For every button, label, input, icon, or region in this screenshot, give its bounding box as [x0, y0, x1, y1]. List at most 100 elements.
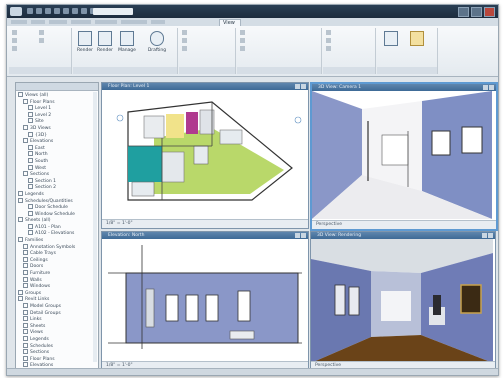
expand-toggle-icon[interactable] [23, 270, 28, 276]
browser-tree-item[interactable]: Door Schedule [18, 204, 96, 211]
expand-toggle-icon[interactable] [23, 138, 28, 144]
expand-toggle-icon[interactable] [23, 124, 28, 130]
expand-toggle-icon[interactable] [28, 164, 33, 170]
expand-toggle-icon[interactable] [23, 316, 28, 322]
browser-tree-item[interactable]: West [18, 164, 96, 172]
browser-tree-item[interactable]: Schedules/Quantities [18, 197, 96, 205]
section-button[interactable] [182, 46, 189, 52]
expand-toggle-icon[interactable] [23, 303, 28, 308]
view-control-bar[interactable]: 1/8" = 1'-0" [102, 219, 308, 228]
expand-toggle-icon[interactable] [23, 349, 28, 355]
close-view-button[interactable] [301, 84, 306, 89]
expand-toggle-icon[interactable] [18, 92, 23, 97]
close-view-button[interactable] [301, 233, 306, 238]
ribbon-tab-home[interactable] [11, 20, 27, 24]
expand-toggle-icon[interactable] [23, 98, 28, 104]
browser-tree-item[interactable]: North [18, 151, 96, 158]
render-button[interactable]: Render [75, 31, 95, 53]
browser-tree-item[interactable]: Views [18, 329, 96, 336]
view-control-bar[interactable]: Perspective [312, 220, 496, 229]
3d-view-icon[interactable] [81, 8, 87, 14]
browser-tree-item[interactable]: Links [18, 316, 96, 323]
browser-tree-item[interactable]: South [18, 157, 96, 165]
tile-windows-button[interactable] [326, 30, 333, 36]
browser-tree-item[interactable]: Doors [18, 263, 96, 270]
browser-tree-item[interactable]: Model Groups [18, 303, 96, 310]
minimize-view-button[interactable] [295, 233, 300, 238]
browser-tree-item[interactable]: Window Schedule [18, 210, 96, 218]
drafting-button[interactable]: Drafting [147, 31, 167, 53]
rendering-3d-view[interactable]: 3D View: Rendering Perspective [310, 231, 496, 371]
browser-tree-item[interactable]: Revit Links [18, 296, 96, 303]
browser-tree-item[interactable]: Sheets [18, 322, 96, 330]
browser-tree-item[interactable]: Legends [18, 190, 96, 198]
ribbon-tab-annotate[interactable] [49, 20, 67, 24]
expand-toggle-icon[interactable] [23, 256, 28, 262]
title-block-button[interactable] [240, 38, 247, 44]
maximize-button[interactable] [471, 7, 482, 17]
browser-tree-item[interactable]: Windows [18, 283, 96, 290]
expand-toggle-icon[interactable] [18, 289, 23, 295]
minimize-view-button[interactable] [482, 233, 487, 238]
expand-toggle-icon[interactable] [28, 184, 33, 190]
project-browser-scrollbar[interactable] [93, 92, 97, 362]
expand-toggle-icon[interactable] [23, 243, 28, 249]
browser-tree-item[interactable]: Level 2 [18, 111, 96, 119]
visibility-graphics-button[interactable] [12, 30, 19, 36]
matchline-button[interactable] [240, 46, 247, 52]
browser-tree-item[interactable]: Legends [18, 335, 96, 343]
ribbon-tab-insert[interactable] [31, 20, 45, 24]
measure-icon[interactable] [63, 8, 69, 14]
browser-tree-item[interactable]: Families [18, 237, 96, 244]
replicate-window-button[interactable] [326, 46, 333, 52]
expand-toggle-icon[interactable] [23, 250, 28, 256]
ribbon-tab-manage[interactable] [151, 20, 165, 24]
expand-toggle-icon[interactable] [28, 144, 33, 150]
expand-toggle-icon[interactable] [28, 157, 33, 163]
browser-tree-item[interactable]: East [18, 144, 96, 152]
close-button[interactable] [484, 7, 495, 17]
expand-toggle-icon[interactable] [18, 296, 23, 302]
tag-icon[interactable] [72, 8, 78, 14]
expand-toggle-icon[interactable] [28, 223, 33, 229]
browser-tree-item[interactable]: Sections [18, 171, 96, 178]
minimize-button[interactable] [458, 7, 469, 17]
browser-tree-item[interactable]: Sheets (all) [18, 217, 96, 224]
minimize-view-button[interactable] [483, 85, 488, 90]
browser-tree-item[interactable]: Views (all) [18, 92, 96, 99]
render-gallery-button[interactable]: Render [95, 31, 115, 53]
browser-tree-item[interactable]: Furniture [18, 270, 96, 277]
expand-toggle-icon[interactable] [28, 230, 33, 236]
redo-icon[interactable] [54, 8, 60, 14]
expand-toggle-icon[interactable] [28, 210, 33, 216]
save-icon[interactable] [36, 8, 42, 14]
expand-toggle-icon[interactable] [23, 335, 28, 341]
undo-icon[interactable] [45, 8, 51, 14]
expand-toggle-icon[interactable] [28, 131, 33, 137]
browser-tree-item[interactable]: Annotation Symbols [18, 243, 96, 251]
browser-tree-item[interactable]: Site [18, 118, 96, 125]
close-view-button[interactable] [489, 85, 494, 90]
floor-plan-view[interactable]: Floor Plan: Level 1 1/8" = 1'-0" [101, 82, 309, 229]
show-hidden-lines-button[interactable] [12, 46, 19, 52]
open-icon[interactable] [27, 8, 33, 14]
browser-tree-item[interactable]: Detail Groups [18, 309, 96, 317]
close-view-button[interactable] [488, 233, 493, 238]
browser-tree-item[interactable]: Level 1 [18, 105, 96, 112]
expand-toggle-icon[interactable] [23, 171, 28, 177]
browser-tree-item[interactable]: Cable Trays [18, 250, 96, 257]
walkthrough-button[interactable]: Manage [117, 31, 137, 53]
expand-toggle-icon[interactable] [28, 151, 33, 157]
expand-toggle-icon[interactable] [28, 111, 33, 117]
expand-toggle-icon[interactable] [23, 342, 28, 348]
browser-tree-item[interactable]: Section 2 [18, 184, 96, 191]
cascade-windows-button[interactable] [326, 38, 333, 44]
browser-tree-item[interactable]: Walls [18, 276, 96, 284]
browser-tree-item[interactable]: Floor Plans [18, 98, 96, 106]
browser-tree-item[interactable]: Elevations [18, 138, 96, 145]
camera-3d-view[interactable]: 3D View: Camera 1 Perspective [310, 82, 498, 231]
expand-toggle-icon[interactable] [28, 118, 33, 124]
thin-lines-button[interactable] [12, 38, 19, 44]
cut-profile-button[interactable] [39, 38, 46, 44]
expand-toggle-icon[interactable] [28, 177, 33, 183]
